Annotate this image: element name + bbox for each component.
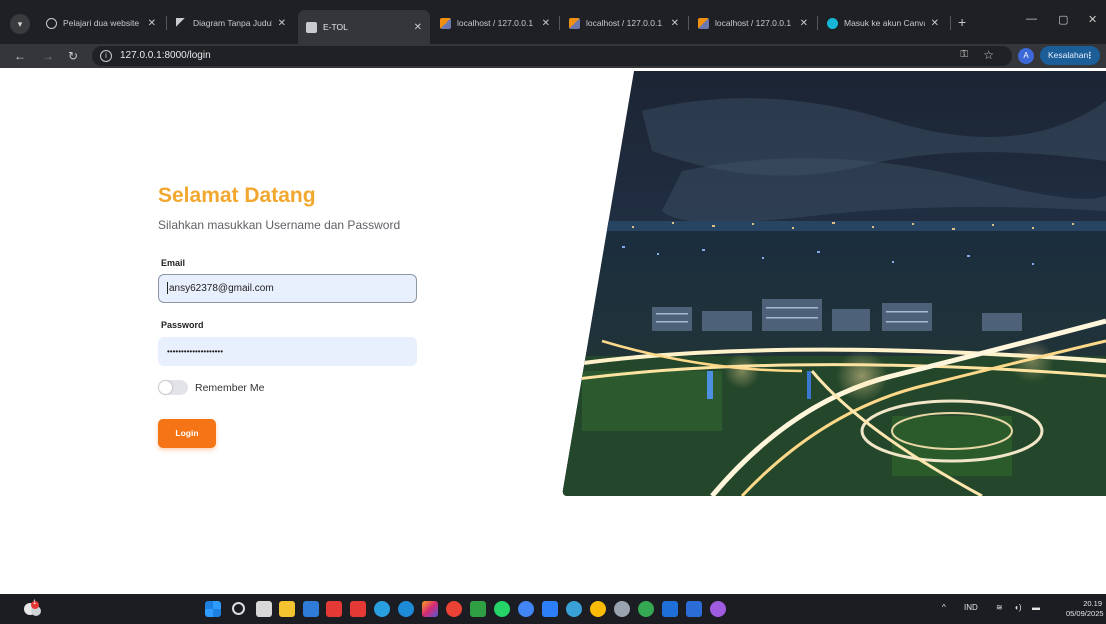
minimize-icon[interactable]: —: [1026, 13, 1037, 25]
close-window-icon[interactable]: ✕: [1088, 13, 1097, 26]
email-field[interactable]: ansy62378@gmail.com: [158, 274, 417, 303]
tab-localhost-3[interactable]: localhost / 127.0.0.1 ✕: [690, 10, 816, 36]
new-tab-icon[interactable]: +: [958, 14, 966, 30]
close-icon[interactable]: ✕: [671, 18, 679, 29]
address-bar: ← → ↻ i 127.0.0.1:8000/login ⚿ ☆: [0, 44, 1106, 68]
close-icon[interactable]: ✕: [931, 18, 939, 29]
profile-avatar[interactable]: A: [1018, 48, 1034, 64]
tab-pelajari[interactable]: Pelajari dua website ✕: [38, 10, 164, 36]
close-icon[interactable]: ✕: [148, 18, 156, 29]
browser-tab-strip: ▾ Pelajari dua website ✕ Diagram Tanpa J…: [0, 0, 1106, 44]
vscode-icon[interactable]: [542, 601, 558, 617]
page-subtitle: Silahkan masukkan Username dan Password: [158, 218, 401, 232]
file-explorer-icon[interactable]: [279, 601, 295, 617]
close-icon[interactable]: ✕: [414, 22, 422, 33]
chrome-profile-2-icon[interactable]: [590, 601, 606, 617]
app-red-icon[interactable]: [350, 601, 366, 617]
system-clock[interactable]: 20.19 05/09/2025: [1066, 599, 1104, 619]
tab-search-icon[interactable]: ▾: [10, 14, 30, 34]
chrome-profile-icon[interactable]: [518, 601, 534, 617]
close-icon[interactable]: ✕: [800, 18, 808, 29]
remember-me-label: Remember Me: [195, 382, 265, 394]
chrome-profile-3-icon[interactable]: [638, 601, 654, 617]
canva-icon: [827, 17, 838, 29]
password-key-icon[interactable]: ⚿: [960, 49, 968, 60]
battery-icon[interactable]: ▬: [1032, 603, 1040, 612]
error-chip-button[interactable]: Kesalahan ⋮: [1040, 46, 1100, 65]
zoom-icon[interactable]: [566, 601, 582, 617]
tab-separator: [559, 16, 560, 30]
email-value: ansy62378@gmail.com: [169, 283, 274, 294]
language-indicator[interactable]: IND: [964, 603, 978, 612]
close-icon[interactable]: ✕: [278, 18, 286, 29]
clock-time: 20.19: [1083, 599, 1102, 608]
email-label: Email: [161, 258, 186, 268]
tab-canva[interactable]: Masuk ke akun Canva ✕: [819, 10, 947, 36]
chrome-icon[interactable]: [446, 601, 462, 617]
app-green-icon[interactable]: [470, 601, 486, 617]
forward-icon[interactable]: →: [42, 49, 54, 63]
tab-localhost-2[interactable]: localhost / 127.0.0.1 ✕: [561, 10, 687, 36]
tab-localhost-1[interactable]: localhost / 127.0.0.1 ✕: [432, 10, 558, 36]
page-title: Selamat Datang: [158, 184, 316, 207]
url-input[interactable]: i 127.0.0.1:8000/login ⚿ ☆: [92, 46, 1012, 66]
text-caret: [167, 282, 168, 295]
diagram-icon: [176, 17, 187, 29]
whatsapp-icon[interactable]: [494, 601, 510, 617]
notepad-icon[interactable]: [686, 601, 702, 617]
bookmark-star-icon[interactable]: ☆: [983, 48, 994, 62]
remember-me-toggle[interactable]: [158, 380, 188, 395]
tab-diagram[interactable]: Diagram Tanpa Judul ✕: [168, 10, 294, 36]
tab-separator: [688, 16, 689, 30]
phpmyadmin-icon: [698, 17, 709, 29]
close-icon[interactable]: ✕: [542, 18, 550, 29]
weather-badge: 1: [33, 600, 37, 606]
store-icon[interactable]: [303, 601, 319, 617]
login-button[interactable]: Login: [158, 419, 216, 448]
volume-icon[interactable]: ◖): [1014, 603, 1022, 612]
chrome-profile-4-icon[interactable]: [710, 601, 726, 617]
password-value: ••••••••••••••••••••: [167, 347, 224, 356]
site-info-icon[interactable]: i: [100, 50, 112, 62]
city-night-image: [562, 71, 1106, 496]
edge-icon[interactable]: [398, 601, 414, 617]
tab-separator: [817, 16, 818, 30]
password-field[interactable]: ••••••••••••••••••••: [158, 337, 417, 366]
tab-separator: [166, 16, 167, 30]
login-page: Selamat Datang Silahkan masukkan Usernam…: [0, 68, 1106, 594]
telegram-icon[interactable]: [374, 601, 390, 617]
tray-chevron-icon[interactable]: ^: [942, 603, 946, 612]
tab-etol[interactable]: E-TOL ✕: [298, 10, 430, 44]
maximize-icon[interactable]: ▢: [1058, 13, 1068, 26]
wifi-icon[interactable]: ≋: [996, 603, 1003, 612]
reload-icon[interactable]: ↻: [68, 49, 78, 63]
password-label: Password: [161, 320, 204, 330]
tab-separator: [950, 16, 951, 30]
page-icon: [306, 21, 317, 33]
phpmyadmin-icon: [440, 17, 451, 29]
back-icon[interactable]: ←: [14, 49, 26, 63]
task-view-icon[interactable]: [256, 601, 272, 617]
screen: ▾ Pelajari dua website ✕ Diagram Tanpa J…: [0, 0, 1106, 624]
word-icon[interactable]: [662, 601, 678, 617]
globe-icon: [46, 17, 57, 29]
instagram-icon[interactable]: [422, 601, 438, 617]
phpmyadmin-icon: [569, 17, 580, 29]
weather-icon[interactable]: [22, 600, 42, 618]
taskbar: 1 ^ IND ≋ ◖) ▬ 20.19 05/09/2025: [0, 594, 1106, 624]
url-text: 127.0.0.1:8000/login: [120, 50, 211, 61]
search-icon[interactable]: [232, 602, 245, 615]
settings-gear-icon[interactable]: [614, 601, 630, 617]
youtube-icon[interactable]: [326, 601, 342, 617]
start-menu-icon[interactable]: [205, 601, 221, 617]
more-vert-icon: ⋮: [1085, 50, 1095, 60]
clock-date: 05/09/2025: [1066, 609, 1104, 618]
toggle-knob: [159, 381, 172, 394]
